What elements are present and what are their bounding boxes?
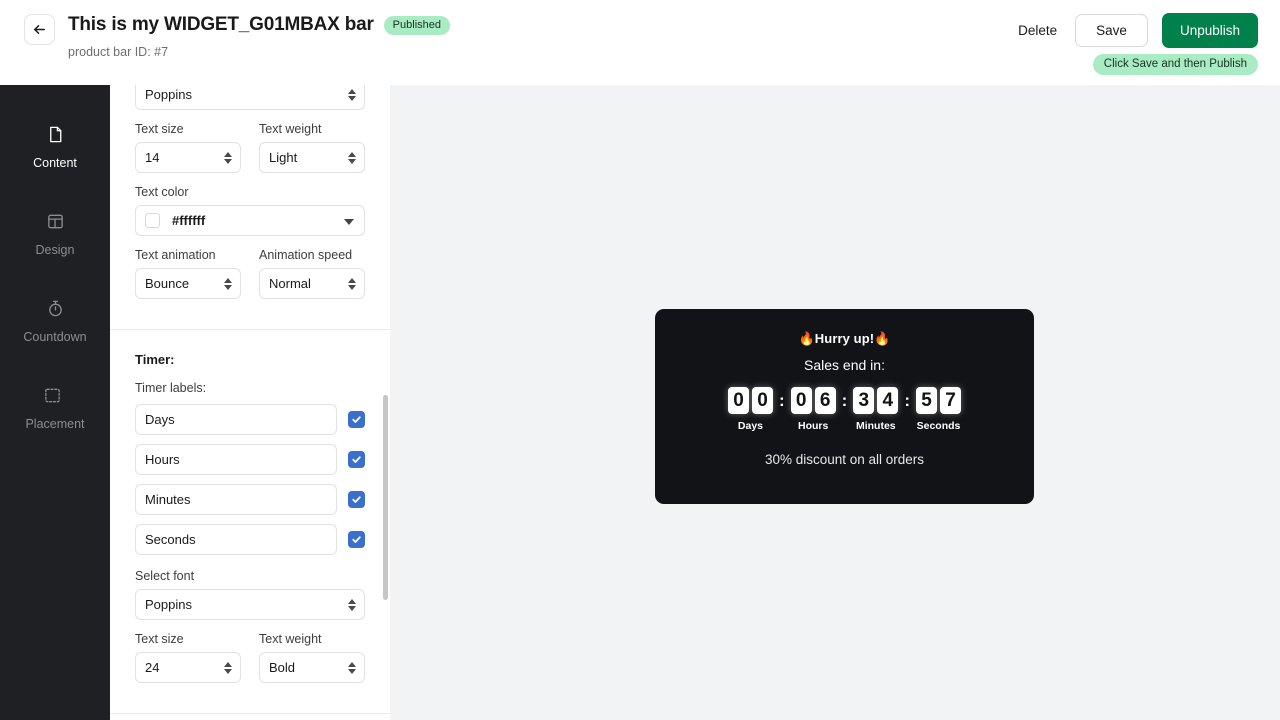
timer-icon — [46, 299, 65, 323]
preview-area: 🔥Hurry up!🔥 Sales end in: 0 0 Days : 0 6 — [390, 85, 1280, 720]
heading-text-color-field: Text color #ffffff — [135, 185, 365, 236]
timer-label-days-input[interactable] — [135, 404, 337, 435]
sidebar-item-label: Countdown — [23, 330, 87, 344]
heading-style-section: Poppins Text size 14 Text weight Light T… — [110, 85, 390, 330]
sidebar-item-countdown[interactable]: Countdown — [0, 299, 110, 344]
publish-hint: Click Save and then Publish — [1092, 54, 1258, 75]
timer-section: Timer: Timer labels: Days Hours Minutes … — [110, 330, 390, 714]
field-label: Text animation — [135, 248, 216, 262]
title-block: This is my WIDGET_G01MBAX bar Published … — [68, 14, 450, 59]
text-animation-select[interactable]: Bounce — [135, 268, 241, 299]
timer-unit-label: Seconds — [916, 420, 961, 432]
field-label: Select font — [135, 569, 195, 583]
placement-icon — [43, 386, 66, 410]
timer-label-seconds-input[interactable] — [135, 524, 337, 555]
sidebar-item-label: Content — [33, 156, 77, 170]
widget-footer-text: 30% discount on all orders — [764, 452, 925, 467]
top-bar: This is my WIDGET_G01MBAX bar Published … — [0, 0, 1280, 85]
header-actions: Delete Save Unpublish — [1014, 13, 1258, 48]
timer-separator: : — [904, 391, 910, 410]
timer-separator: : — [778, 391, 785, 410]
panel-scrollbar[interactable] — [383, 395, 388, 600]
timer-text-size-field: Text size 24 — [135, 632, 241, 683]
back-button[interactable] — [24, 14, 55, 45]
text-color-picker[interactable]: #ffffff — [135, 205, 365, 236]
field-label: Text size — [135, 122, 184, 136]
timer-digit: 0 — [790, 387, 812, 414]
subheading-section: Subheading: Text: — [110, 714, 390, 720]
timer-unit-hours: 0 6 Hours — [790, 387, 836, 432]
heading-text-weight-field: Text weight Light — [259, 122, 365, 173]
timer-text-weight-select[interactable]: Bold — [259, 652, 365, 683]
color-value: #ffffff — [172, 213, 206, 228]
timer-unit-minutes: 3 4 Minutes — [853, 387, 899, 432]
sidebar-item-label: Placement — [25, 417, 85, 431]
timer-digit: 5 — [916, 387, 937, 414]
text-animation-field: Text animation Bounce — [135, 248, 241, 299]
timer-labels-title: Timer labels: — [135, 381, 207, 395]
timer-label-days-checkbox[interactable] — [348, 411, 365, 428]
sidebar-item-placement[interactable]: Placement — [0, 386, 110, 431]
timer-label-row — [135, 444, 365, 475]
layout-icon — [46, 212, 65, 236]
heading-text-size-select[interactable]: 14 — [135, 142, 241, 173]
document-icon — [46, 125, 65, 149]
timer-label-hours-input[interactable] — [135, 444, 337, 475]
timer-label-row — [135, 524, 365, 555]
timer-digit: 0 — [727, 387, 749, 414]
page-subtitle: product bar ID: #7 — [68, 45, 169, 59]
timer-label-row — [135, 404, 365, 435]
page-title: This is my WIDGET_G01MBAX bar — [68, 14, 374, 35]
timer-font-field: Select font Poppins — [135, 569, 365, 620]
timer-unit-days: 0 0 Days — [727, 387, 773, 432]
timer-text-weight-field: Text weight Bold — [259, 632, 365, 683]
timer-unit-label: Minutes — [855, 420, 896, 432]
timer-label-seconds-checkbox[interactable] — [348, 531, 365, 548]
delete-button[interactable]: Delete — [1014, 15, 1061, 46]
timer-label-hours-checkbox[interactable] — [348, 451, 365, 468]
timer-unit-seconds: 5 7 Seconds — [916, 387, 961, 432]
field-label: Text weight — [259, 122, 322, 136]
timer-digit: 7 — [940, 387, 961, 414]
timer-digit: 0 — [751, 387, 773, 414]
field-label: Text color — [135, 185, 189, 199]
widget-heading: 🔥Hurry up!🔥 — [798, 331, 891, 346]
save-button[interactable]: Save — [1075, 14, 1148, 47]
widget-timer: 0 0 Days : 0 6 Hours : 3 4 Minutes: 5 7… — [727, 387, 961, 432]
countdown-widget-preview: 🔥Hurry up!🔥 Sales end in: 0 0 Days : 0 6 — [655, 309, 1034, 504]
sidebar: Content Design Countdown Placement — [0, 85, 110, 720]
settings-panel: Poppins Text size 14 Text weight Light T… — [110, 85, 390, 720]
sidebar-item-design[interactable]: Design — [0, 212, 110, 257]
status-badge: Published — [383, 15, 450, 35]
heading-text-weight-select[interactable]: Light — [259, 142, 365, 173]
timer-label-minutes-input[interactable] — [135, 484, 337, 515]
heading-font-field[interactable]: Poppins — [135, 85, 365, 110]
arrow-left-icon — [32, 22, 47, 37]
sidebar-item-label: Design — [35, 243, 75, 257]
animation-speed-select[interactable]: Normal — [259, 268, 365, 299]
sidebar-item-content[interactable]: Content — [0, 125, 110, 170]
timer-text-size-select[interactable]: 24 — [135, 652, 241, 683]
field-label: Text size — [135, 632, 184, 646]
app-root: This is my WIDGET_G01MBAX bar Published … — [0, 0, 1280, 720]
timer-separator: : — [841, 391, 848, 410]
timer-digit: 6 — [814, 387, 836, 414]
animation-speed-field: Animation speed Normal — [259, 248, 365, 299]
unpublish-button[interactable]: Unpublish — [1161, 13, 1258, 48]
timer-label-row — [135, 484, 365, 515]
timer-digit: 3 — [853, 387, 875, 414]
timer-section-title: Timer: — [135, 352, 175, 367]
timer-unit-label: Hours — [797, 420, 829, 432]
heading-font-select[interactable]: Poppins — [135, 85, 365, 110]
heading-text-size-field: Text size 14 — [135, 122, 241, 173]
timer-label-minutes-checkbox[interactable] — [348, 491, 365, 508]
field-label: Text weight — [259, 632, 322, 646]
timer-unit-label: Days — [737, 420, 764, 432]
timer-font-select[interactable]: Poppins — [135, 589, 365, 620]
chevron-down-icon — [344, 218, 354, 225]
color-swatch — [145, 213, 160, 228]
timer-digit: 4 — [877, 387, 899, 414]
widget-subheading: Sales end in: — [804, 357, 885, 373]
field-label: Animation speed — [259, 248, 353, 262]
